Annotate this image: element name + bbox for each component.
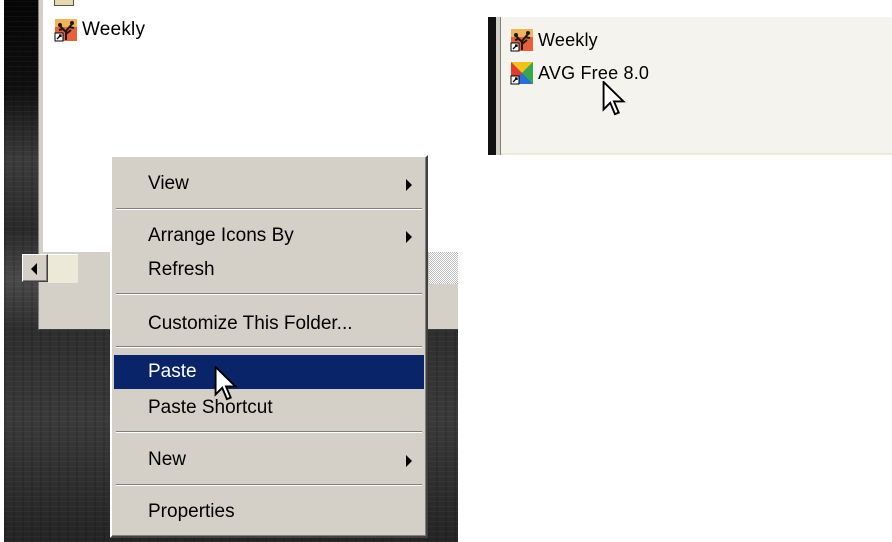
menu-separator [116,346,422,348]
menu-item-view[interactable]: View [114,167,424,201]
desktop-item-label: Weekly [538,30,598,50]
desktop-item-weekly[interactable]: Weekly [54,16,145,44]
partial-file-icon [54,0,74,6]
menu-separator [116,484,422,486]
menu-item-new[interactable]: New [114,443,424,477]
submenu-arrow-icon [406,455,412,467]
menu-item-paste-shortcut[interactable]: Paste Shortcut [114,391,424,425]
menu-item-label: Paste Shortcut [148,397,273,418]
desktop-item-avg-free[interactable]: AVG Free 8.0 [510,59,649,87]
menu-item-label: Paste [148,361,197,382]
menu-item-refresh[interactable]: Refresh [114,253,424,287]
context-menu: View Arrange Icons By Refresh Customize … [110,155,428,538]
menu-item-properties[interactable]: Properties [114,495,424,529]
menu-item-label: Arrange Icons By [148,225,294,246]
left-screenshot: Weekly View Arrange Icons By Refresh Cus… [0,0,458,542]
desktop-item-weekly[interactable]: Weekly [510,26,598,54]
avg-shortcut-icon [510,61,534,85]
arrow-left-icon [31,263,37,275]
weekly-tree-icon [510,28,534,52]
mouse-pointer-icon [214,366,238,402]
right-screenshot: Weekly AVG Free 8.0 [488,17,892,155]
scrollbar-corner [429,252,458,284]
scroll-left-button[interactable] [22,254,48,282]
menu-item-arrange-icons-by[interactable]: Arrange Icons By [114,219,424,253]
menu-item-paste[interactable]: Paste [114,355,424,389]
window-frame-edge [488,17,496,155]
menu-separator [116,431,422,433]
submenu-arrow-icon [406,231,412,243]
menu-separator [116,293,422,295]
menu-separator [116,208,422,210]
menu-item-label: Refresh [148,259,215,280]
menu-item-label: View [148,173,189,194]
menu-item-label: Properties [148,501,235,522]
menu-item-customize-folder[interactable]: Customize This Folder... [114,307,424,341]
desktop-item-label: AVG Free 8.0 [538,63,650,83]
menu-item-label: New [148,449,187,470]
desktop-item-label: Weekly [82,19,146,40]
submenu-arrow-icon [406,179,412,191]
menu-item-label: Customize This Folder... [148,313,353,334]
scroll-track[interactable] [48,254,78,283]
weekly-tree-icon [54,18,78,42]
mouse-pointer-icon [602,81,626,117]
